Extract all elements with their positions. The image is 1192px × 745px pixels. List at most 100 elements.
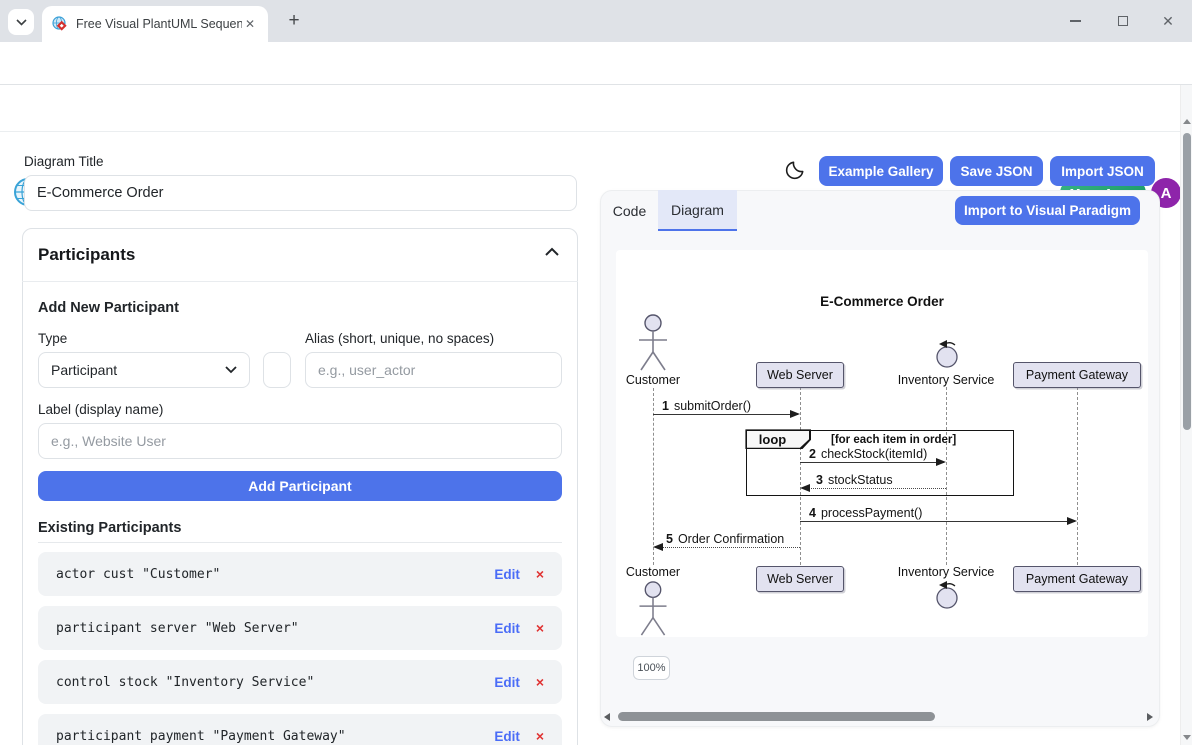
message-label: 3 stockStatus	[816, 473, 893, 487]
participant-code: actor cust "Customer"	[56, 567, 220, 582]
message-text: stockStatus	[828, 473, 893, 487]
message-text: Order Confirmation	[678, 532, 784, 546]
edit-participant-link[interactable]: Edit	[494, 621, 520, 636]
actor-icon	[633, 581, 673, 637]
close-icon: ✕	[1162, 13, 1174, 30]
delete-participant-button[interactable]: ×	[536, 566, 544, 582]
existing-participants-title: Existing Participants	[38, 520, 181, 536]
sequence-diagram-canvas[interactable]: E-Commerce Order Customer Web Server Inv…	[616, 250, 1148, 637]
message-number: 1	[662, 399, 669, 413]
tab-search-button[interactable]	[8, 9, 34, 35]
moon-icon[interactable]	[784, 159, 806, 181]
type-label: Type	[38, 331, 67, 346]
save-json-button[interactable]: Save JSON	[950, 156, 1043, 186]
participant-code: participant server "Web Server"	[56, 621, 299, 636]
tab-diagram[interactable]: Diagram	[658, 190, 737, 231]
participant-code: participant payment "Payment Gateway"	[56, 729, 346, 744]
message-label: 4processPayment()	[809, 506, 922, 520]
display-name-input[interactable]: e.g., Website User	[38, 423, 562, 459]
message-number: 2	[809, 447, 816, 461]
participant-name: Inventory Service	[898, 565, 995, 579]
diagram-title-label: Diagram Title	[24, 154, 104, 169]
horizontal-scrollbar-thumb[interactable]	[618, 712, 935, 721]
diagram-title: E-Commerce Order	[616, 294, 1148, 309]
import-json-button[interactable]: Import JSON	[1050, 156, 1155, 186]
loop-label: loop	[747, 431, 810, 448]
example-gallery-button[interactable]: Example Gallery	[819, 156, 943, 186]
vertical-scrollbar-thumb[interactable]	[1183, 133, 1191, 430]
arrowhead-left	[800, 484, 810, 492]
message-text: checkStock(itemId)	[821, 447, 927, 461]
loop-label-tab: loop	[745, 429, 811, 449]
vertical-scrollbar[interactable]	[1180, 85, 1192, 745]
type-select[interactable]: Participant	[38, 352, 250, 388]
edit-participant-link[interactable]: Edit	[494, 675, 520, 690]
browser-tab-strip: Free Visual PlantUML Sequence ✕ + ✕	[0, 0, 1192, 42]
tab-code[interactable]: Code	[601, 190, 658, 231]
message-label: 5Order Confirmation	[666, 532, 784, 546]
message-text: submitOrder()	[674, 399, 751, 413]
add-new-participant-title: Add New Participant	[38, 300, 179, 316]
browser-tab[interactable]: Free Visual PlantUML Sequence ✕	[42, 6, 268, 42]
participant-box: Web Server	[756, 362, 844, 388]
diagram-title-value: E-Commerce Order	[37, 185, 164, 201]
participant-row: participant payment "Payment Gateway" Ed…	[38, 714, 562, 745]
alias-input[interactable]: e.g., user_actor	[305, 352, 562, 388]
loop-guard: [for each item in order]	[831, 434, 956, 446]
minimize-icon	[1070, 20, 1081, 22]
participants-section-title: Participants	[38, 245, 135, 265]
collapse-chevron-up-icon[interactable]	[544, 247, 560, 257]
arrowhead-right	[1067, 517, 1077, 525]
select-chevron-down-icon	[225, 366, 237, 374]
alias-label: Alias (short, unique, no spaces)	[305, 331, 494, 346]
horizontal-scrollbar[interactable]	[602, 710, 1155, 723]
scroll-up-arrow-icon[interactable]	[1183, 119, 1191, 124]
participant-name: Customer	[626, 565, 680, 579]
app-header: PlantUML Sequence Diagram Builder Powere…	[0, 85, 1192, 132]
edit-participant-link[interactable]: Edit	[494, 567, 520, 582]
edit-participant-link[interactable]: Edit	[494, 729, 520, 744]
browser-toolbar: ← → ⟳ ai-toolbox.visual-paradigm.com/app…	[0, 42, 1192, 85]
participant-color-box[interactable]	[263, 352, 291, 388]
control-icon	[933, 580, 961, 610]
zoom-level-badge[interactable]: 100%	[633, 656, 670, 680]
message-line	[657, 547, 800, 548]
arrowhead-right	[790, 410, 800, 418]
participant-row: participant server "Web Server" Edit ×	[38, 606, 562, 650]
scroll-down-arrow-icon[interactable]	[1183, 735, 1191, 740]
arrowhead-right	[936, 458, 946, 466]
new-tab-button[interactable]: +	[282, 10, 306, 34]
message-line	[804, 488, 946, 489]
participant-box: Payment Gateway	[1013, 566, 1141, 592]
tab-title: Free Visual PlantUML Sequence	[76, 17, 242, 31]
participant-code: control stock "Inventory Service"	[56, 675, 314, 690]
window-maximize-button[interactable]	[1109, 8, 1137, 34]
message-text: processPayment()	[821, 506, 922, 520]
control-icon	[933, 339, 961, 369]
display-name-placeholder: e.g., Website User	[51, 433, 166, 449]
site-favicon	[52, 16, 68, 32]
message-number: 3	[816, 473, 823, 487]
existing-participants-divider	[38, 542, 562, 543]
delete-participant-button[interactable]: ×	[536, 674, 544, 690]
actor-icon	[633, 314, 673, 372]
display-name-label: Label (display name)	[38, 402, 163, 417]
import-to-visual-paradigm-button[interactable]: Import to Visual Paradigm	[955, 196, 1140, 225]
participant-name: Customer	[626, 373, 680, 387]
message-label: 2 checkStock(itemId)	[809, 447, 927, 461]
diagram-title-input[interactable]: E-Commerce Order	[24, 175, 577, 211]
scroll-right-arrow-icon[interactable]	[1147, 713, 1153, 721]
type-select-value: Participant	[51, 362, 117, 378]
delete-participant-button[interactable]: ×	[536, 620, 544, 636]
scroll-left-arrow-icon[interactable]	[604, 713, 610, 721]
lifeline-payment-gateway	[1077, 387, 1078, 565]
tab-close-icon[interactable]: ✕	[242, 17, 258, 31]
delete-participant-button[interactable]: ×	[536, 728, 544, 744]
add-participant-button[interactable]: Add Participant	[38, 471, 562, 501]
window-minimize-button[interactable]	[1061, 8, 1089, 34]
alias-placeholder: e.g., user_actor	[318, 362, 415, 378]
participant-row: control stock "Inventory Service" Edit ×	[38, 660, 562, 704]
window-close-button[interactable]: ✕	[1154, 8, 1182, 34]
participant-box: Payment Gateway	[1013, 362, 1141, 388]
message-line	[800, 521, 1075, 522]
